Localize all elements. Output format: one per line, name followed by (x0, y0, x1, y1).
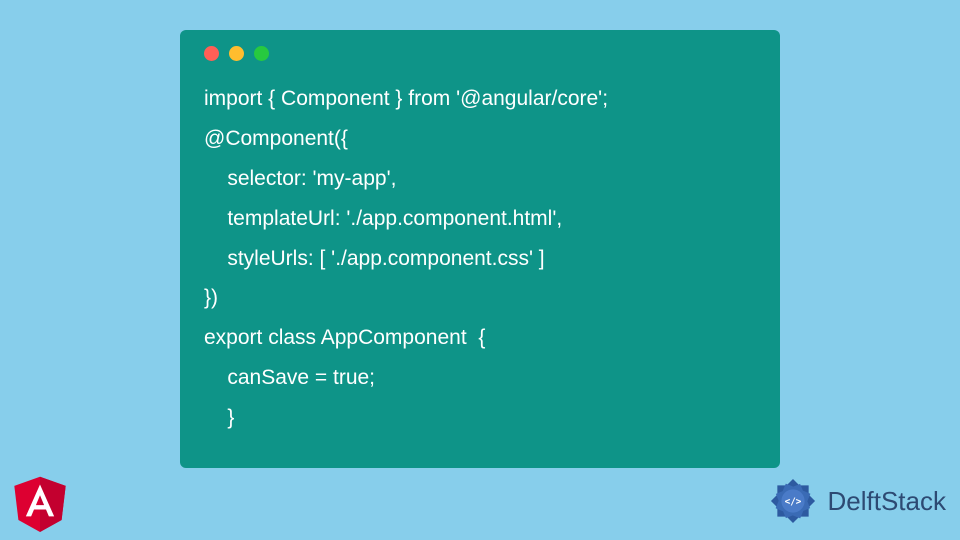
maximize-dot-icon[interactable] (254, 46, 269, 61)
delftstack-brand: </> DelftStack (764, 472, 947, 530)
angular-logo-icon (10, 472, 70, 532)
minimize-dot-icon[interactable] (229, 46, 244, 61)
delftstack-badge-icon: </> (764, 472, 822, 530)
code-window: import { Component } from '@angular/core… (180, 30, 780, 468)
window-controls (204, 46, 756, 61)
delftstack-label: DelftStack (828, 486, 947, 517)
close-dot-icon[interactable] (204, 46, 219, 61)
svg-text:</>: </> (784, 496, 801, 507)
code-content: import { Component } from '@angular/core… (204, 79, 756, 438)
